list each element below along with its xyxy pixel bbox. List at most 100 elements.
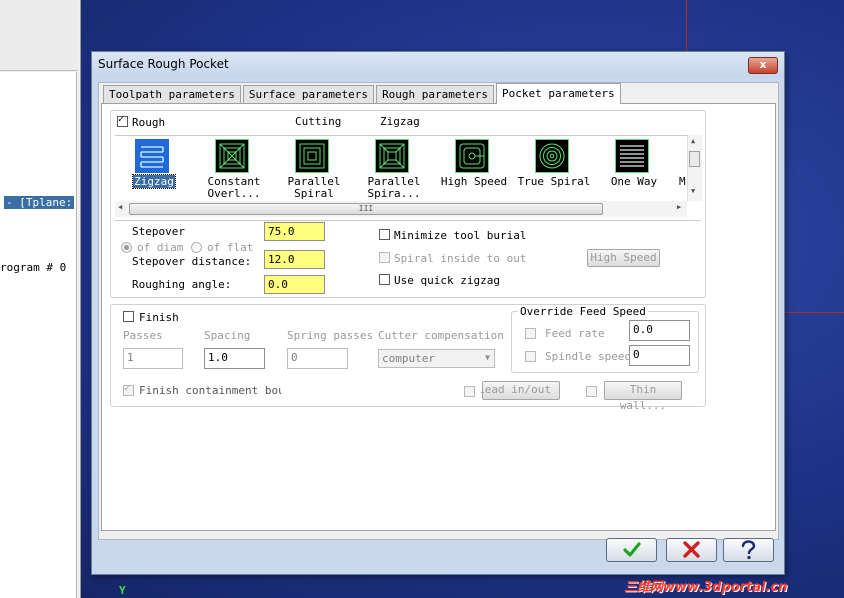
cutter-compensation-value: computer [382,352,435,365]
spacing-input[interactable]: 1.0 [204,348,265,369]
spindle-speed-label: Spindle speed [545,350,632,363]
high-speed-icon [455,139,489,173]
spring-passes-label: Spring passes [287,329,374,342]
containment-label: Finish containment bound [139,384,281,397]
tool-list-vertical-scrollbar[interactable]: ▲ ▼ [687,135,702,201]
tree-item-program[interactable]: rogram # 0 [0,261,66,274]
tool-one-way[interactable]: One Way [595,136,673,200]
tool-list-horizontal-scrollbar[interactable]: ◀ III ▶ [115,201,687,217]
spring-passes-input[interactable]: 0 [287,348,348,369]
tool-label: Spira... [367,187,421,200]
axis-y-label: Y [119,584,126,597]
chevron-down-icon: ▼ [485,353,490,362]
cutting-value: Zigzag [380,115,420,128]
help-button[interactable] [723,538,774,562]
axis-line [686,0,687,51]
constant-overlap-icon [215,139,249,173]
rough-checkbox[interactable] [117,114,128,127]
tool-true-spiral[interactable]: True Spiral [515,136,593,200]
cutting-label: Cutting [295,115,342,128]
surface-rough-pocket-dialog: Surface Rough Pocket x Toolpath paramete… [91,51,785,575]
tool-constant-overlap[interactable]: Constant Overl... [195,136,273,200]
true-spiral-icon [535,139,569,173]
thin-wall-checkbox[interactable] [586,386,597,397]
dialog-titlebar[interactable]: Surface Rough Pocket x [92,52,784,78]
quick-zigzag-label: Use quick zigzag [394,274,500,287]
stepover-input[interactable]: 75.0 [264,222,325,241]
parallel-spiral-icon [295,139,329,173]
parallel-spiral-clean-icon [375,139,409,173]
tab-toolpath-parameters[interactable]: Toolpath parameters [103,85,241,104]
tool-label: True Spiral [517,175,591,188]
of-diam-radio[interactable] [121,242,132,253]
high-speed-button[interactable]: High Speed [587,249,660,267]
left-panel: - [Tplane: rogram # 0 [0,0,81,598]
spiral-inside-label: Spiral inside to outsi [394,252,526,265]
lead-in-out-checkbox[interactable] [464,386,475,397]
question-icon [741,540,756,560]
cancel-button[interactable] [666,538,717,562]
of-flat-radio[interactable] [191,242,202,253]
of-flat-label: of flat [207,241,254,254]
left-panel-toolbar [0,0,78,71]
ok-button[interactable] [606,538,657,562]
scroll-down-icon[interactable]: ▼ [691,187,695,195]
rough-label: Rough [132,116,166,129]
override-feed-speed-legend: Override Feed Speed [518,305,648,318]
tool-parallel-spiral-clean[interactable]: Parallel Spira... [355,136,433,200]
containment-checkbox[interactable] [123,383,134,396]
tree-item-tplane[interactable]: - [Tplane: [4,196,75,209]
feed-rate-label: Feed rate [545,327,605,340]
operations-tree[interactable]: - [Tplane: rogram # 0 [0,72,77,598]
roughing-angle-label: Roughing angle: [132,278,232,291]
thin-wall-button[interactable]: Thin wall... [604,381,682,412]
override-feed-speed-group: Override Feed Speed Feed rate 0.0 Spindl… [511,305,699,373]
minimize-tool-burial-label: Minimize tool burial [394,229,527,242]
minimize-tool-burial-checkbox[interactable] [379,229,390,240]
cutter-compensation-select[interactable]: computer ▼ [378,349,495,368]
of-diam-label: of diam [137,241,184,254]
hscroll-thumb[interactable]: III [129,203,603,215]
tool-label: High Speed [440,175,508,188]
x-icon [683,541,700,558]
tab-bar: Toolpath parameters Surface parameters R… [103,83,623,104]
spiral-inside-checkbox[interactable] [379,252,390,263]
scroll-up-icon[interactable]: ▲ [691,137,695,145]
tool-high-speed[interactable]: High Speed [435,136,513,200]
stepover-distance-label: Stepover distance: [132,255,252,268]
lead-in-out-button[interactable]: Lead in/out... [481,381,560,400]
spacing-label: Spacing [204,329,251,342]
lead-in-out-label: Lead in/out... [481,383,551,396]
tool-label: Overl... [207,187,261,200]
tool-zigzag[interactable]: Zigzag [115,136,193,200]
pocket-parameters-page: Rough Cutting Zigzag Zigzag Constan [101,103,776,531]
scroll-right-icon[interactable]: ▶ [677,203,681,211]
feed-rate-checkbox[interactable] [525,328,536,339]
close-button[interactable]: x [748,57,778,74]
tab-surface-parameters[interactable]: Surface parameters [242,85,375,104]
tool-parallel-spiral[interactable]: Parallel Spiral [275,136,353,200]
feed-rate-input[interactable]: 0.0 [629,320,690,341]
scroll-left-icon[interactable]: ◀ [118,203,122,211]
tab-rough-parameters[interactable]: Rough parameters [376,85,495,104]
axis-line [784,312,844,313]
radio-dot [124,245,129,250]
finish-group: Finish Passes 1 Spacing 1.0 Spring passe… [110,304,706,412]
roughing-angle-input[interactable]: 0.0 [264,275,325,294]
finish-checkbox[interactable] [123,311,134,322]
quick-zigzag-checkbox[interactable] [379,274,390,285]
spindle-speed-input[interactable]: 0 [629,345,690,366]
passes-label: Passes [123,329,163,342]
zigzag-icon [135,139,169,173]
finish-label: Finish [139,311,179,324]
spindle-speed-checkbox[interactable] [525,351,536,362]
stepover-distance-input[interactable]: 12.0 [264,250,325,269]
vscroll-thumb[interactable] [689,151,700,167]
cutter-compensation-label: Cutter compensation [378,329,504,342]
tool-label: M [679,175,686,188]
passes-input[interactable]: 1 [123,348,183,369]
stepover-label: Stepover [132,225,185,238]
rough-group: Rough Cutting Zigzag Zigzag Constan [110,110,706,298]
dialog-body: Toolpath parameters Surface parameters R… [98,82,779,540]
tab-pocket-parameters[interactable]: Pocket parameters [496,83,621,104]
